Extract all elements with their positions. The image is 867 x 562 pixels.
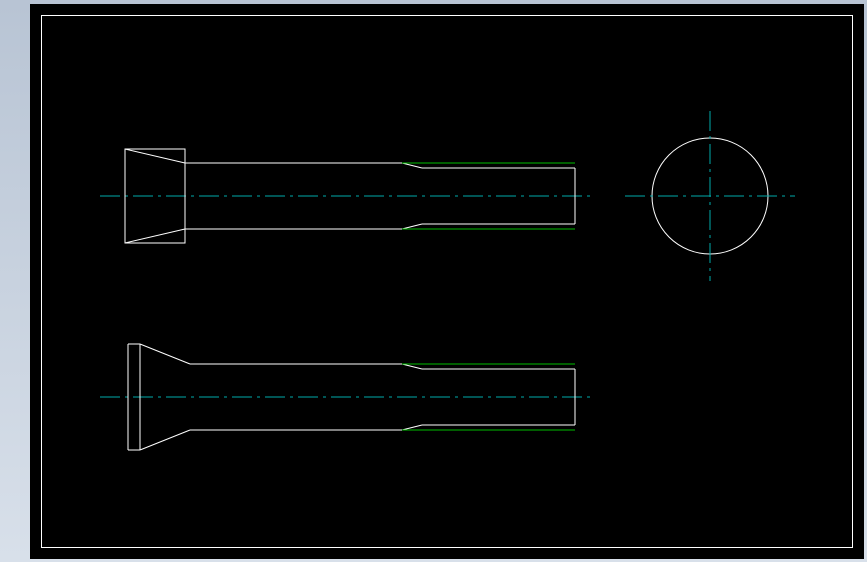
cad-drawing-svg — [30, 4, 864, 559]
bottom-side-view — [100, 344, 590, 450]
head-taper-bot-1 — [125, 229, 185, 243]
chamfer-top-1 — [402, 163, 422, 168]
head-taper-top-1 — [125, 149, 185, 163]
top-side-view — [100, 149, 590, 243]
end-view — [625, 111, 795, 281]
taper-bot-2 — [140, 430, 190, 450]
chamfer-top-2 — [402, 364, 422, 369]
chamfer-bot-1 — [402, 224, 422, 229]
taper-top-2 — [140, 344, 190, 364]
chamfer-bot-2 — [402, 425, 422, 430]
cad-canvas[interactable] — [30, 4, 864, 559]
